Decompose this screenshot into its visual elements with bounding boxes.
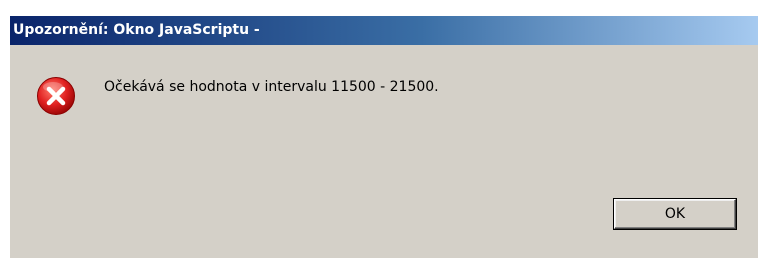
title-bar[interactable]: Upozornění: Okno JavaScriptu -: [10, 16, 758, 45]
alert-dialog: Upozornění: Okno JavaScriptu - Očekává s…: [10, 16, 758, 258]
ok-button[interactable]: OK: [613, 198, 737, 230]
error-icon: [37, 77, 75, 115]
dialog-title: Upozornění: Okno JavaScriptu -: [13, 22, 260, 38]
alert-message: Očekává se hodnota v intervalu 11500 - 2…: [104, 79, 439, 95]
